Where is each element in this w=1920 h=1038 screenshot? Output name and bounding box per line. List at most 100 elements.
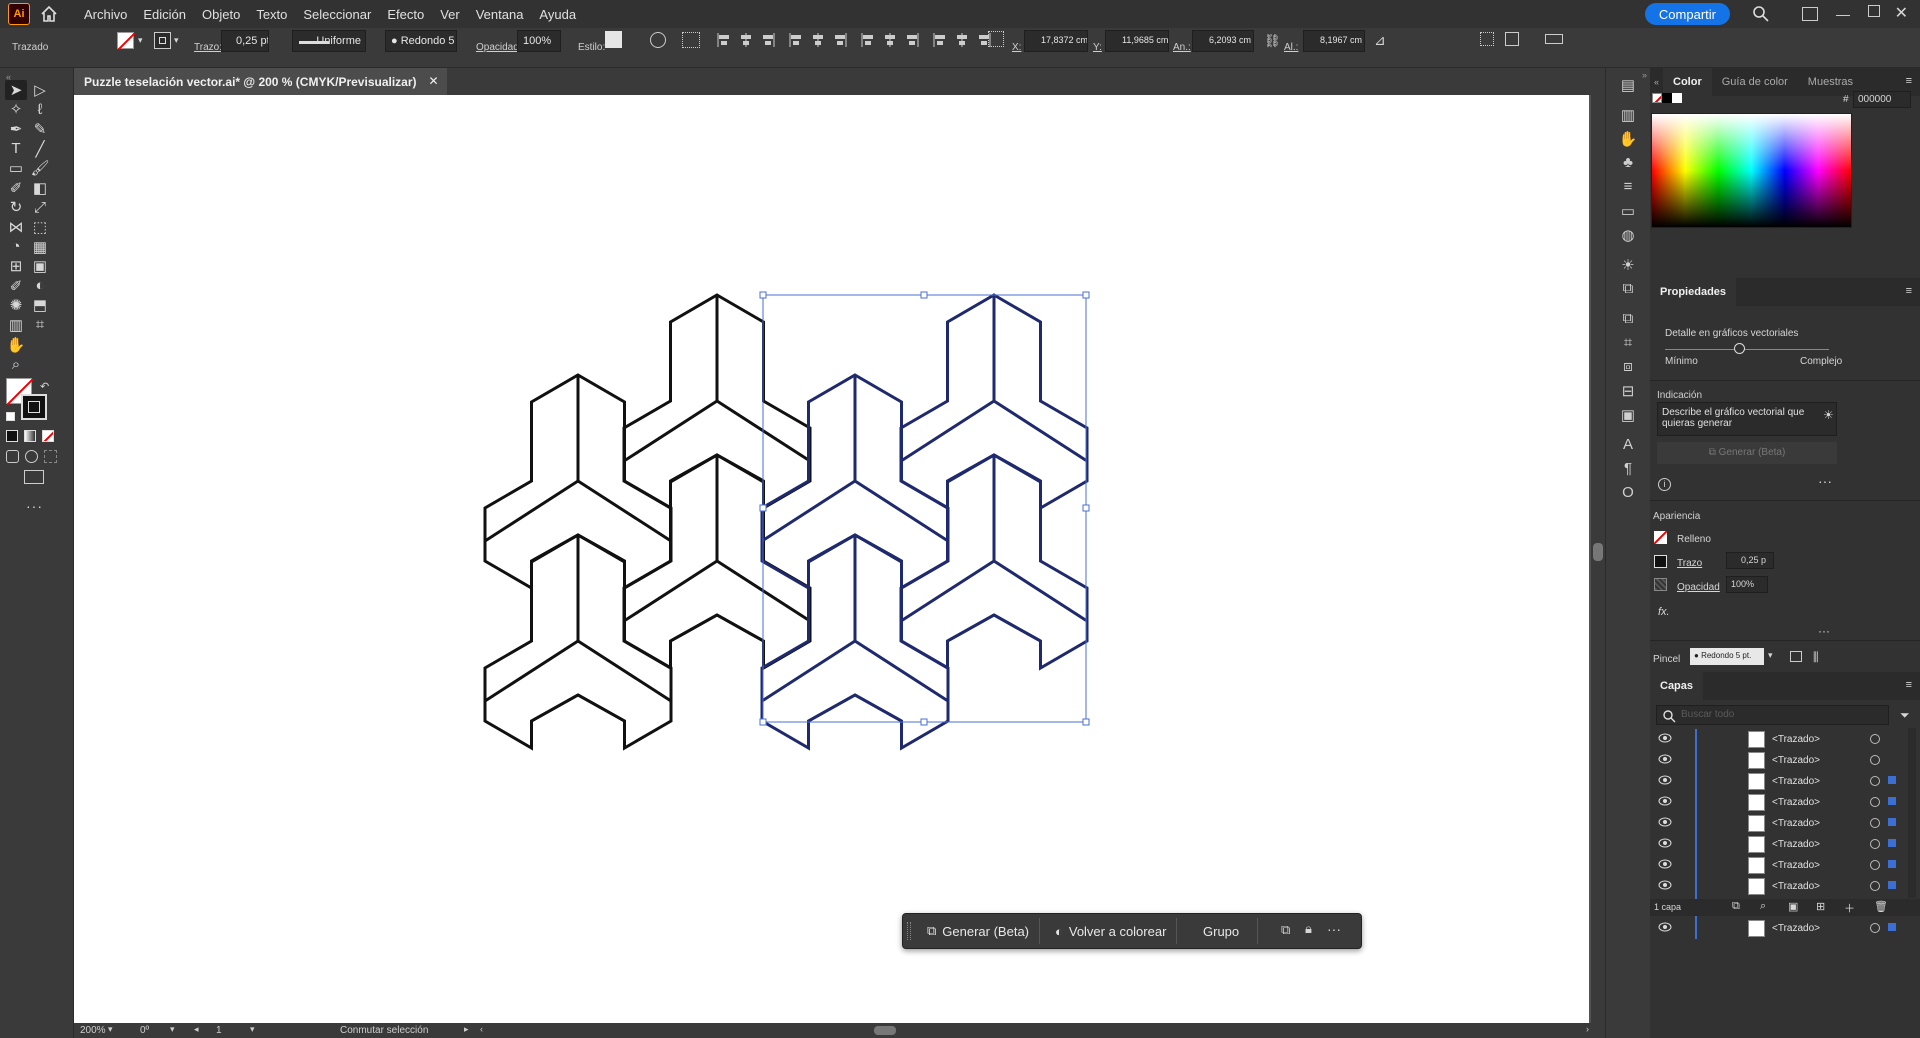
y-field[interactable]: 11,9685 cm — [1105, 30, 1169, 52]
selection-indicator[interactable] — [1888, 839, 1896, 847]
gradient-icon[interactable]: ▭ — [1618, 202, 1638, 222]
resize-handle[interactable] — [1082, 504, 1090, 512]
maximize-icon[interactable] — [1868, 5, 1880, 17]
arrange-icon[interactable] — [1505, 32, 1519, 46]
character-icon[interactable]: A — [1618, 436, 1638, 456]
brush-select-panel[interactable]: ● Redondo 5 pt. — [1690, 648, 1764, 665]
layers-icon[interactable]: ⧉ — [1618, 310, 1638, 330]
layer-name[interactable]: <Trazado> — [1772, 881, 1820, 892]
layer-name[interactable]: <Trazado> — [1772, 839, 1820, 850]
close-tab-icon[interactable]: ✕ — [428, 74, 438, 88]
generate-beta-button[interactable]: ⧉ Generar (Beta) — [917, 918, 1040, 944]
shape-builder-icon[interactable]: ◔ — [5, 237, 27, 257]
gradient-icon[interactable]: ▣ — [29, 256, 51, 276]
menu-item-ayuda[interactable]: Ayuda — [531, 7, 584, 22]
artboards-icon[interactable]: ▣ — [1618, 406, 1638, 426]
stroke-weight-field[interactable]: 0,25 pt — [221, 30, 269, 52]
stroke-weight-panel-field[interactable]: 0,25 p — [1726, 552, 1774, 569]
layer-name[interactable]: <Trazado> — [1772, 818, 1820, 829]
chevron-down-icon[interactable]: ▾ — [108, 1024, 113, 1035]
align-icon[interactable]: ⧈ — [1618, 358, 1638, 378]
recolor-icon[interactable] — [650, 32, 666, 48]
default-colors-icon[interactable] — [6, 412, 15, 421]
fill-swatch-panel[interactable] — [1654, 531, 1667, 544]
scroll-thumb[interactable] — [1593, 543, 1603, 561]
visibility-eye-icon[interactable] — [1658, 880, 1672, 890]
rotate-icon[interactable]: ↻ — [5, 198, 27, 218]
x-field[interactable]: 17,8372 cm — [1024, 30, 1088, 52]
arrange-documents-icon[interactable] — [1802, 7, 1818, 21]
panel-menu-icon[interactable]: ≡ — [1906, 75, 1912, 87]
tile-6[interactable] — [899, 453, 1089, 671]
eraser-icon[interactable]: ◧ — [29, 178, 51, 198]
align-right-icon[interactable] — [760, 32, 776, 48]
constrain-proportions-icon[interactable]: ⛓ — [1264, 33, 1281, 49]
gradient-mode-icon[interactable] — [24, 430, 36, 442]
visibility-eye-icon[interactable] — [1658, 859, 1672, 869]
home-icon[interactable] — [38, 3, 60, 25]
layer-row[interactable]: <Trazado> — [1650, 813, 1920, 834]
perspective-grid-icon[interactable]: ▦ — [29, 237, 51, 257]
slice-icon[interactable]: ⌗ — [29, 315, 51, 335]
target-circle-icon[interactable] — [1870, 818, 1880, 828]
color-spectrum[interactable] — [1651, 113, 1852, 228]
new-layer-icon[interactable]: ＋ — [1844, 900, 1855, 916]
align-h-center-icon[interactable] — [738, 32, 754, 48]
rectangle-icon[interactable]: ▭ — [5, 158, 27, 178]
artboard-icon[interactable]: ⬒ — [29, 296, 51, 316]
layer-row[interactable]: <Trazado> — [1650, 750, 1920, 771]
panel-menu-icon[interactable] — [1545, 34, 1563, 44]
selection-indicator[interactable] — [1888, 818, 1896, 826]
search-icon[interactable] — [1752, 5, 1770, 23]
selection-indicator[interactable] — [1888, 776, 1896, 784]
resize-handle[interactable] — [759, 504, 767, 512]
detail-slider-thumb[interactable] — [1733, 343, 1745, 354]
layers-search-input[interactable]: Buscar todo — [1656, 705, 1889, 725]
panel-menu-icon[interactable]: ≡ — [1906, 679, 1912, 691]
layer-name[interactable]: <Trazado> — [1772, 734, 1820, 745]
align-left-icon[interactable] — [716, 32, 732, 48]
stroke-icon[interactable]: ≡ — [1618, 178, 1638, 198]
selection-indicator[interactable] — [1888, 923, 1896, 931]
distribute-bottom-icon[interactable] — [904, 32, 920, 48]
eyedropper-icon[interactable]: ✐ — [5, 276, 27, 296]
tab-color[interactable]: Color — [1663, 68, 1712, 96]
more-options-icon[interactable]: ··· — [1327, 921, 1341, 937]
minimize-icon[interactable]: — — [1836, 6, 1850, 22]
layer-name[interactable]: <Trazado> — [1772, 923, 1820, 934]
layer-name[interactable]: <Trazado> — [1772, 860, 1820, 871]
pen-icon[interactable]: ✒ — [5, 119, 27, 139]
appearance-icon[interactable]: ☀ — [1618, 256, 1638, 276]
draw-inside-icon[interactable] — [44, 450, 57, 463]
brush-select[interactable]: ● Redondo 5 ... — [385, 30, 457, 52]
select-similar-icon[interactable] — [1480, 32, 1494, 46]
draw-behind-icon[interactable] — [25, 450, 38, 463]
collect-export-icon[interactable]: ⧉ — [1732, 900, 1740, 913]
screen-mode-icon[interactable] — [24, 470, 44, 484]
stroke-profile-select[interactable]: Uniforme — [292, 30, 366, 52]
selection-indicator[interactable] — [1888, 860, 1896, 868]
menu-item-edicin[interactable]: Edición — [135, 7, 194, 22]
align-v-center-icon[interactable] — [810, 32, 826, 48]
opacity-panel-field[interactable]: 100% — [1726, 576, 1768, 593]
blend-icon[interactable]: ◐ — [29, 276, 51, 296]
layer-row[interactable]: <Trazado> — [1650, 729, 1920, 750]
close-window-icon[interactable]: ✕ — [1895, 3, 1908, 23]
align-to-icon[interactable] — [682, 32, 700, 48]
locate-object-icon[interactable]: ⌕ — [1760, 900, 1766, 913]
opacity-field[interactable]: 100% — [517, 30, 561, 52]
scroll-right-icon[interactable]: › — [1586, 1024, 1589, 1034]
symbol-sprayer-icon[interactable]: ✺ — [5, 296, 27, 316]
pathfinder-icon[interactable]: ⊟ — [1618, 382, 1638, 402]
prompt-hint-icon[interactable]: ☀ — [1823, 408, 1834, 422]
paintbrush-icon[interactable]: 🖌︎ — [29, 158, 51, 178]
visibility-eye-icon[interactable] — [1658, 817, 1672, 827]
recolor-button[interactable]: ◐ Volver a colorear — [1045, 918, 1178, 944]
hex-field[interactable]: 000000 — [1853, 91, 1911, 108]
brush-options-icon[interactable]: ⫼ — [1813, 650, 1819, 665]
width-icon[interactable]: ⋈ — [5, 217, 27, 237]
distribute-h-center-icon[interactable] — [954, 32, 970, 48]
artwork[interactable] — [74, 95, 1589, 1023]
visibility-eye-icon[interactable] — [1658, 838, 1672, 848]
isolate-icon[interactable]: ⊿ — [1374, 32, 1386, 49]
